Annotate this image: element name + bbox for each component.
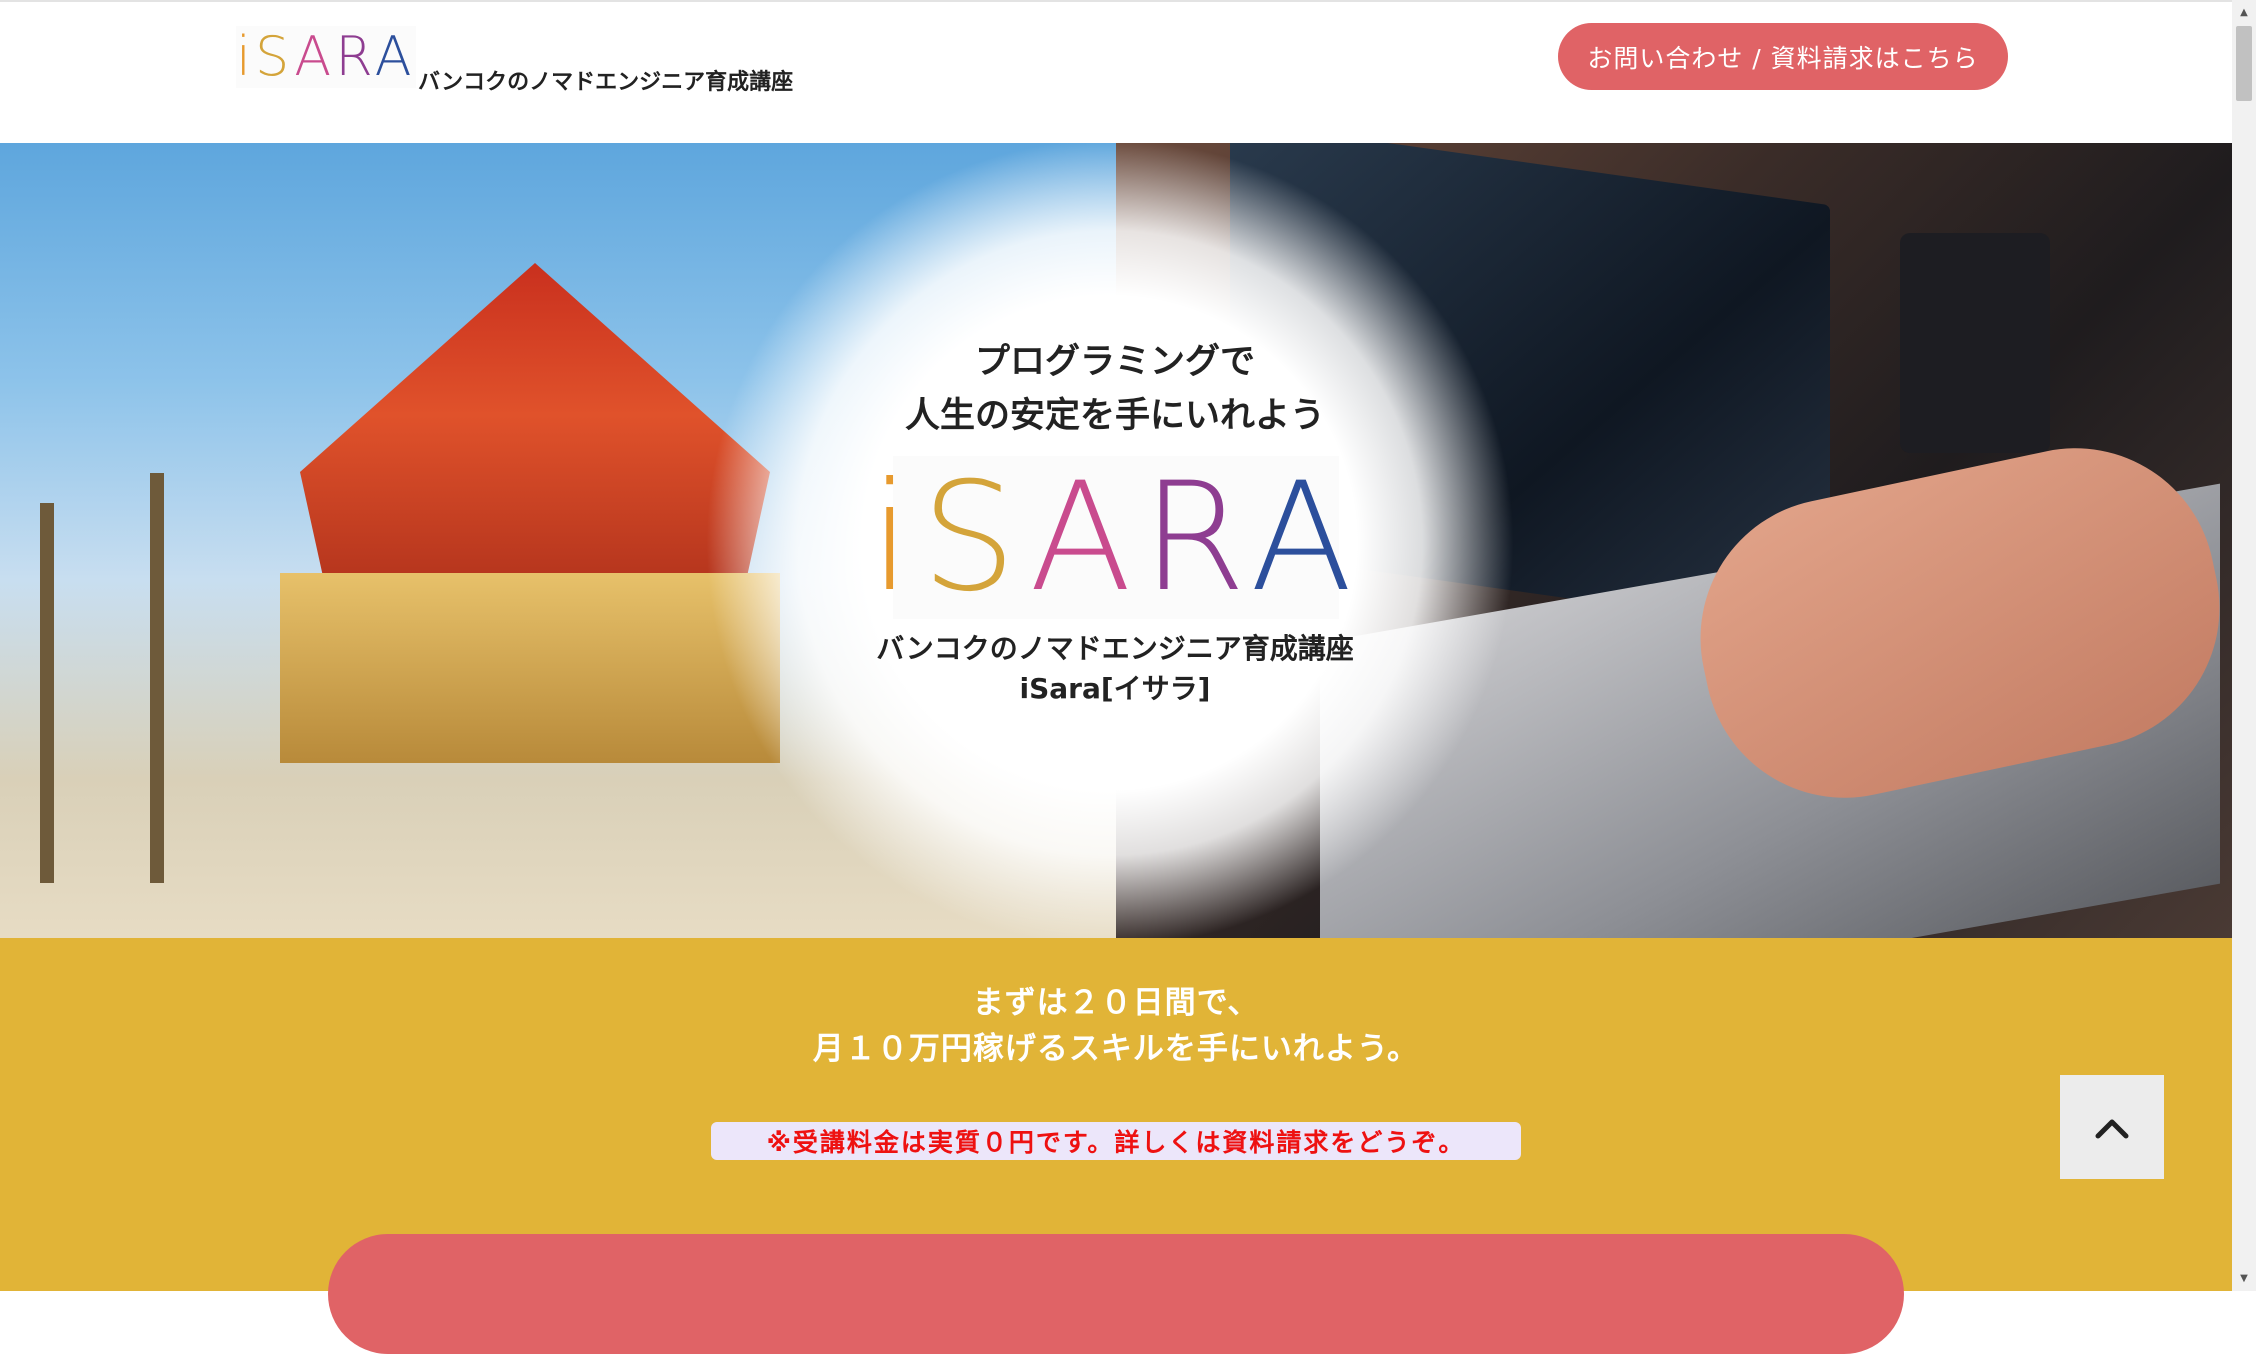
price-note: ※受講料金は実質０円です。詳しくは資料請求をどうぞ。 [711, 1122, 1521, 1160]
hero-logo-letter-i: i [869, 450, 922, 625]
palm-trunk-1 [40, 503, 54, 883]
hero-headline-line1: プログラミングで [974, 342, 1255, 382]
isara-logo[interactable]: iSARA [236, 26, 416, 88]
hero-headline-line2: 人生の安定を手にいれよう [904, 396, 1325, 436]
hero-subtitle: バンコクのノマドエンジニア育成講座 iSara[イサラ] [780, 629, 1450, 709]
hero-subtitle-line1: バンコクのノマドエンジニア育成講座 [876, 632, 1354, 665]
promo-line2: 月１０万円稼げるスキルを手にいれよう。 [812, 1031, 1420, 1067]
logo-wordmark: iSARA [236, 30, 416, 84]
contact-request-button[interactable]: お問い合わせ / 資料請求はこちら [1558, 23, 2008, 90]
hero-logo-letter-a1: A [1029, 450, 1142, 625]
mug-shape [1900, 233, 2050, 453]
palm-trunk-2 [150, 473, 164, 883]
site-tagline: バンコクのノマドエンジニア育成講座 [418, 70, 794, 95]
logo-letter-i: i [236, 25, 256, 88]
page-scrollbar[interactable]: ▲ ▼ [2232, 0, 2256, 1291]
logo-letter-s: S [255, 25, 295, 88]
scroll-down-arrow-icon[interactable]: ▼ [2232, 1268, 2256, 1288]
hero-section: プログラミングで 人生の安定を手にいれよう iSARA バンコクのノマドエンジニ… [0, 143, 2232, 938]
promo-message: まずは２０日間で、 月１０万円稼げるスキルを手にいれよう。 [0, 980, 2232, 1072]
logo-letter-a2: A [374, 25, 416, 88]
logo-letter-a1: A [294, 25, 336, 88]
scroll-up-arrow-icon[interactable]: ▲ [2232, 2, 2256, 22]
main-cta-button[interactable] [328, 1234, 1904, 1354]
chevron-up-icon [2095, 1119, 2129, 1139]
hero-headline: プログラミングで 人生の安定を手にいれよう [780, 335, 1450, 443]
site-header: iSARA バンコクのノマドエンジニア育成講座 お問い合わせ / 資料請求はこち… [0, 0, 2232, 143]
promo-line1: まずは２０日間で、 [972, 985, 1260, 1021]
scrollbar-thumb[interactable] [2236, 26, 2252, 101]
back-to-top-button[interactable] [2060, 1075, 2164, 1179]
hero-logo-letter-a2: A [1249, 450, 1363, 625]
logo-letter-r: R [335, 25, 375, 88]
promo-section: まずは２０日間で、 月１０万円稼げるスキルを手にいれよう。 ※受講料金は実質０円… [0, 938, 2232, 1354]
hero-subtitle-line2: iSara[イサラ] [1019, 672, 1211, 705]
hero-logo-letter-s: S [921, 450, 1030, 625]
hero-logo-wordmark: iSARA [869, 463, 1362, 613]
hero-logo-letter-r: R [1141, 450, 1250, 625]
hero-isara-logo: iSARA [869, 456, 1353, 619]
